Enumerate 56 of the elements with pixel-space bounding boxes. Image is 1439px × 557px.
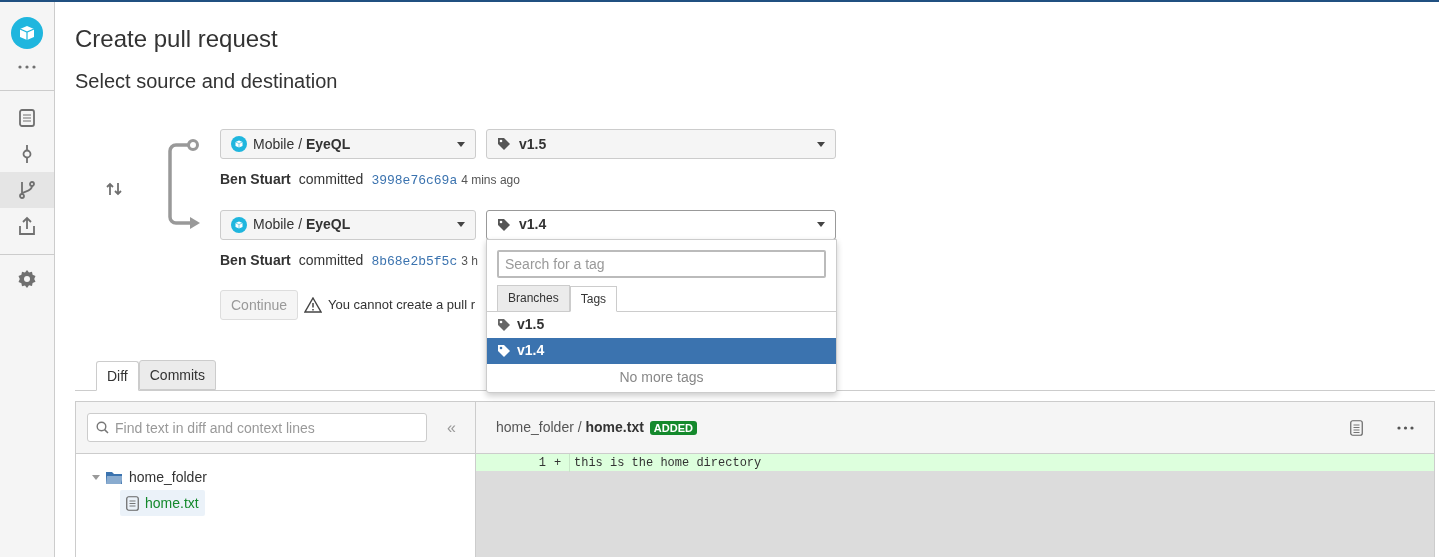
share-icon — [17, 216, 37, 236]
page-title: Create pull request — [75, 24, 279, 54]
tag-select[interactable]: v1.5 — [486, 129, 836, 159]
repository-icon — [231, 216, 247, 233]
view-tab[interactable]: Diff — [96, 361, 139, 391]
repository-select[interactable]: Mobile / EyeQL — [220, 129, 476, 159]
sidebar-nav-item[interactable] — [0, 172, 54, 208]
file-tree-item[interactable]: home.txt — [120, 490, 205, 516]
code-line: this is the home directory — [573, 454, 762, 472]
dropdown-tab[interactable]: Tags — [569, 285, 618, 312]
commit-time: 3 h — [461, 252, 478, 270]
dropdown-tab[interactable]: Branches — [497, 284, 570, 311]
author-name: Ben Stuart — [220, 250, 291, 270]
commit-hash-link[interactable]: 8b68e2b5f5c — [371, 251, 458, 271]
line-number: 1 — [537, 454, 547, 472]
swap-icon[interactable] — [106, 182, 122, 196]
file-path: home_folder / home.txt — [496, 418, 644, 437]
view-tab[interactable]: Commits — [138, 360, 216, 390]
section-title: Select source and destination — [75, 69, 339, 94]
settings-icon[interactable] — [17, 269, 37, 289]
tag-icon — [497, 217, 511, 232]
tag-icon — [497, 317, 511, 332]
added-badge: ADDED — [649, 420, 697, 435]
branch-icon — [17, 180, 37, 200]
caret-icon — [457, 141, 465, 147]
tag-option[interactable]: v1.5 — [487, 311, 836, 338]
warning-icon — [304, 297, 323, 313]
logo-icon — [11, 17, 43, 49]
file-icon[interactable] — [1350, 419, 1363, 436]
commit-verb: committed — [298, 250, 364, 270]
expand-caret-icon[interactable] — [92, 473, 100, 481]
caret-icon — [457, 222, 465, 227]
tag-search-field[interactable]: Search for a tag — [497, 249, 826, 278]
document-icon — [17, 108, 37, 128]
file-icon — [126, 495, 139, 511]
tag-option[interactable]: v1.4 — [487, 337, 836, 364]
tag-icon — [497, 343, 511, 358]
no-more-tags: No more tags — [487, 363, 836, 392]
tag-select[interactable]: v1.4 — [486, 209, 836, 240]
commit-hash-link[interactable]: 3998e76c69a — [371, 171, 458, 191]
repository-icon — [231, 136, 247, 152]
repository-select[interactable]: Mobile / EyeQL — [220, 209, 476, 240]
caret-icon — [817, 141, 825, 147]
warning-message: You cannot create a pull r — [328, 296, 475, 315]
author-name: Ben Stuart — [220, 170, 291, 189]
tag-icon — [497, 137, 511, 151]
search-icon — [96, 421, 109, 434]
commit-time: 4 mins ago — [461, 172, 520, 189]
more-icon[interactable] — [1397, 425, 1414, 430]
caret-icon — [817, 222, 825, 227]
diff-search-field[interactable]: Find text in diff and context lines — [87, 413, 427, 442]
diff-sign: + — [550, 453, 570, 472]
more-icon[interactable] — [18, 65, 36, 69]
folder-name[interactable]: home_folder — [129, 466, 207, 488]
folder-icon — [106, 470, 123, 484]
commit-verb: committed — [298, 170, 364, 189]
